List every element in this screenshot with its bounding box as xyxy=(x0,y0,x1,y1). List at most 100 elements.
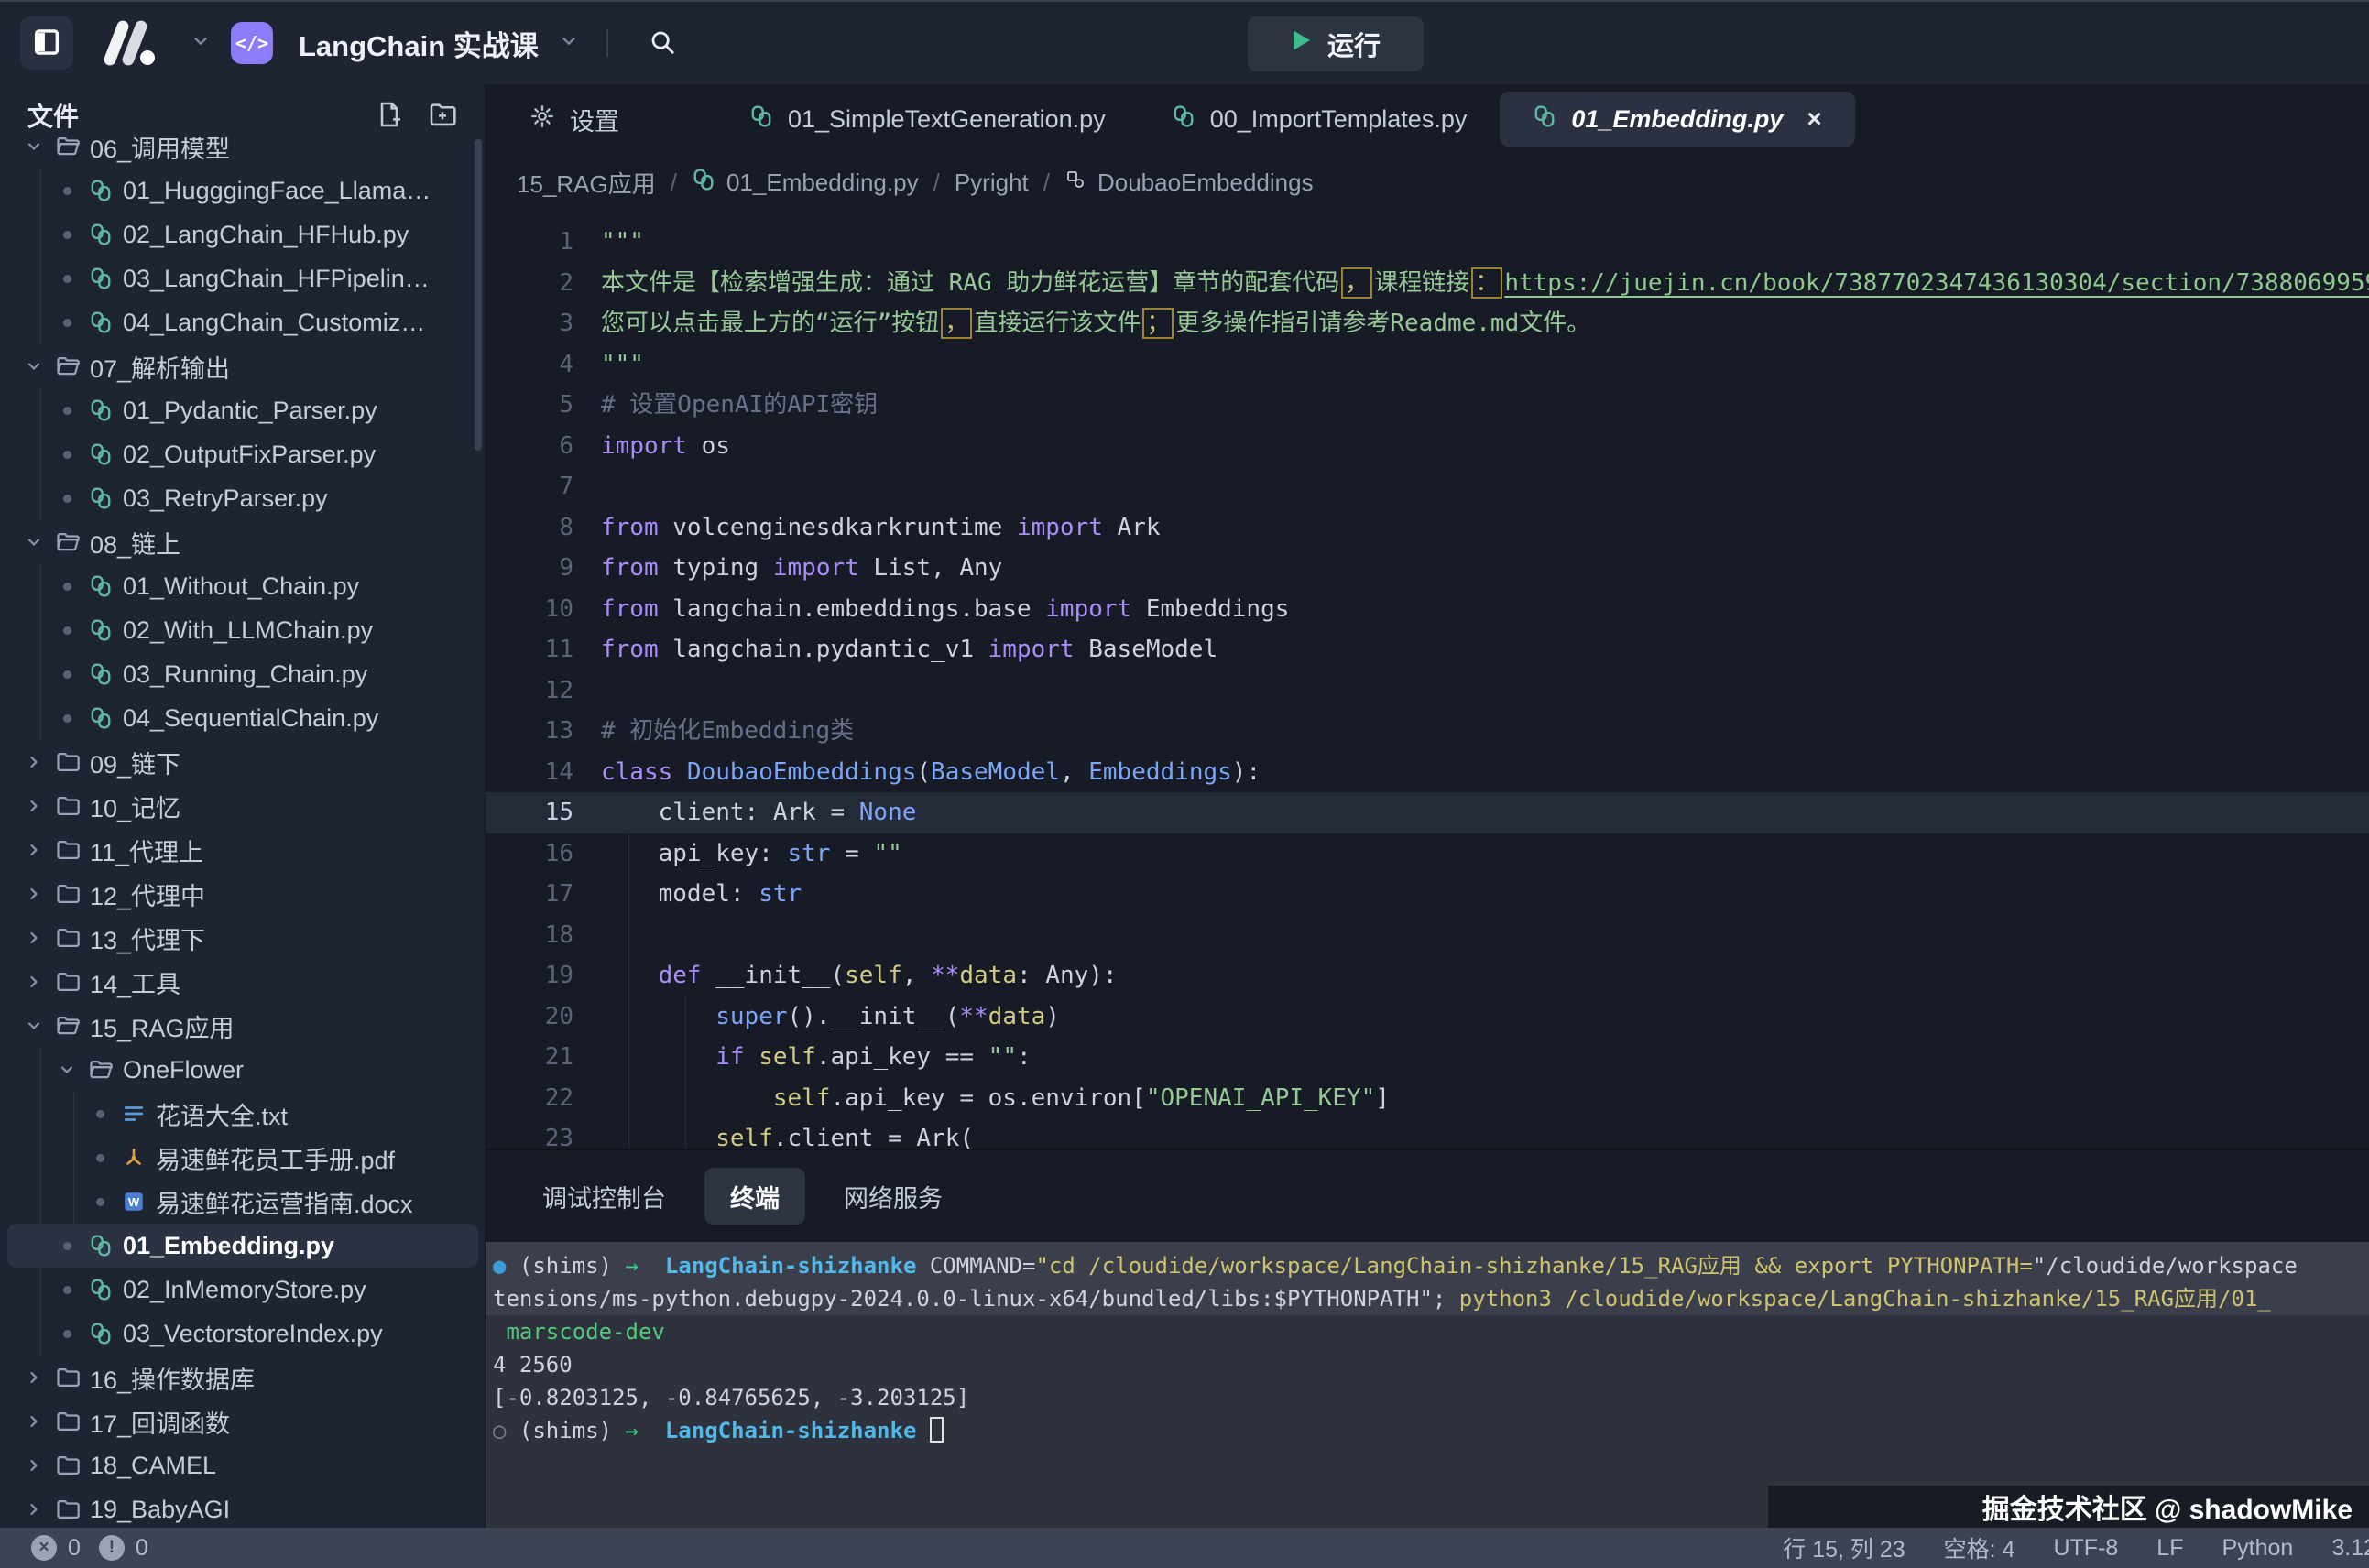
code-text: """ xyxy=(601,351,644,378)
tree-file-01_HugggingFace_Llama.py[interactable]: 01_HugggingFace_Llama.py xyxy=(7,169,478,212)
tree-folder-06_调用模型[interactable]: 06_调用模型 xyxy=(7,137,478,169)
tree-folder-12_代理中[interactable]: 12_代理中 xyxy=(7,872,478,916)
new-file-button[interactable] xyxy=(375,100,404,132)
sidebar-toggle-button[interactable] xyxy=(20,16,73,70)
breadcrumb-item-Pyright[interactable]: Pyright xyxy=(955,169,1029,197)
tree-file-03_VectorstoreIndex.py[interactable]: 03_VectorstoreIndex.py xyxy=(7,1312,478,1356)
line-number: 23 xyxy=(486,1118,573,1149)
statusbar-item[interactable]: LF xyxy=(2156,1535,2183,1562)
code-editor[interactable]: 1"""2本文件是【检索增强生成：通过 RAG 助力鲜花运营】章节的配套代码，课… xyxy=(486,212,2369,1149)
tree-file-02_InMemoryStore.py[interactable]: 02_InMemoryStore.py xyxy=(7,1268,478,1312)
tree-folder-19_BabyAGI[interactable]: 19_BabyAGI xyxy=(7,1487,478,1528)
statusbar-item[interactable]: 行 15, 列 23 xyxy=(1783,1531,1905,1564)
code-line-22[interactable]: 22 self.api_key = os.environ["OPENAI_API… xyxy=(486,1078,2369,1119)
tree-item-label: 13_代理下 xyxy=(90,920,205,956)
code-line-18[interactable]: 18 xyxy=(486,915,2369,956)
code-line-20[interactable]: 20 super().__init__(**data) xyxy=(486,996,2369,1038)
close-icon[interactable]: × xyxy=(1807,104,1821,134)
topbar: </> LangChain 实战课 运行 xyxy=(0,0,2369,84)
tree-file-易速鲜花运营指南.docx[interactable]: W易速鲜花运营指南.docx xyxy=(7,1180,478,1224)
tree-file-03_LangChain_HFPipeline.py[interactable]: 03_LangChain_HFPipeline.py xyxy=(7,256,478,300)
tree-file-01_Without_Chain.py[interactable]: 01_Without_Chain.py xyxy=(7,564,478,608)
code-line-17[interactable]: 17 model: str xyxy=(486,874,2369,915)
new-folder-button[interactable] xyxy=(428,100,457,132)
tree-file-03_RetryParser.py[interactable]: 03_RetryParser.py xyxy=(7,476,478,520)
tree-folder-OneFlower[interactable]: OneFlower xyxy=(7,1048,478,1092)
code-line-11[interactable]: 11from langchain.pydantic_v1 import Base… xyxy=(486,629,2369,670)
tree-file-01_Pydantic_Parser.py[interactable]: 01_Pydantic_Parser.py xyxy=(7,388,478,432)
statusbar-item[interactable]: Python xyxy=(2222,1535,2293,1562)
statusbar-item[interactable]: 空格: 4 xyxy=(1944,1531,2015,1564)
tab-00_ImportTemplates.py[interactable]: 00_ImportTemplates.py xyxy=(1139,92,1501,147)
run-button[interactable]: 运行 xyxy=(1248,16,1424,71)
code-line-2[interactable]: 2本文件是【检索增强生成：通过 RAG 助力鲜花运营】章节的配套代码，课程链接：… xyxy=(486,263,2369,304)
code-line-7[interactable]: 7 xyxy=(486,466,2369,507)
code-line-5[interactable]: 5# 设置OpenAI的API密钥 xyxy=(486,385,2369,426)
panel-tab-调试控制台[interactable]: 调试控制台 xyxy=(517,1168,692,1225)
tree-folder-10_记忆[interactable]: 10_记忆 xyxy=(7,784,478,828)
marscode-logo[interactable] xyxy=(93,16,170,71)
code-line-19[interactable]: 19 def __init__(self, **data: Any): xyxy=(486,955,2369,996)
file-status-dot xyxy=(57,444,77,464)
tree-file-04_SequentialChain.py[interactable]: 04_SequentialChain.py xyxy=(7,696,478,740)
statusbar-item[interactable]: UTF-8 xyxy=(2053,1535,2118,1562)
tree-item-label: 11_代理上 xyxy=(90,833,203,868)
py-file-icon xyxy=(88,310,114,335)
code-line-8[interactable]: 8from volcenginesdkarkruntime import Ark xyxy=(486,507,2369,549)
tree-folder-15_RAG应用[interactable]: 15_RAG应用 xyxy=(7,1004,478,1048)
code-line-9[interactable]: 9from typing import List, Any xyxy=(486,548,2369,589)
tree-file-02_With_LLMChain.py[interactable]: 02_With_LLMChain.py xyxy=(7,608,478,652)
sidebar-scrollbar[interactable] xyxy=(475,139,482,451)
code-line-3[interactable]: 3您可以点击最上方的“运行”按钮，直接运行该文件；更多操作指引请参考Readme… xyxy=(486,303,2369,344)
tree-file-02_LangChain_HFHub.py[interactable]: 02_LangChain_HFHub.py xyxy=(7,212,478,256)
tree-folder-14_工具[interactable]: 14_工具 xyxy=(7,960,478,1004)
tree-file-01_Embedding.py[interactable]: 01_Embedding.py xyxy=(7,1224,478,1268)
code-line-1[interactable]: 1""" xyxy=(486,222,2369,263)
search-button[interactable] xyxy=(636,16,689,70)
code-line-21[interactable]: 21 if self.api_key == "": xyxy=(486,1037,2369,1078)
code-line-12[interactable]: 12 xyxy=(486,670,2369,712)
tree-item-label: 04_LangChain_CustomizeM... xyxy=(123,309,434,337)
chevron-down-icon[interactable] xyxy=(191,31,211,56)
py-file-icon xyxy=(88,661,114,687)
tab-01_SimpleTextGeneration.py[interactable]: 01_SimpleTextGeneration.py xyxy=(716,92,1139,147)
line-number: 12 xyxy=(486,670,573,712)
tab-设置[interactable]: 设置 xyxy=(513,92,636,147)
chevron-down-icon[interactable] xyxy=(559,31,579,56)
panel-tab-网络服务[interactable]: 网络服务 xyxy=(818,1168,968,1225)
tree-folder-17_回调函数[interactable]: 17_回调函数 xyxy=(7,1399,478,1443)
statusbar-item[interactable]: 3.12 xyxy=(2331,1535,2369,1562)
tree-file-02_OutputFixParser.py[interactable]: 02_OutputFixParser.py xyxy=(7,432,478,476)
tab-01_Embedding.py[interactable]: 01_Embedding.py× xyxy=(1500,92,1854,147)
code-line-16[interactable]: 16 api_key: str = "" xyxy=(486,833,2369,875)
code-line-15[interactable]: 15 client: Ark = None xyxy=(486,792,2369,833)
tree-file-04_LangChain_CustomizeM...[interactable]: 04_LangChain_CustomizeM... xyxy=(7,300,478,344)
tree-folder-16_操作数据库[interactable]: 16_操作数据库 xyxy=(7,1356,478,1399)
breadcrumb-item-15_RAG应用[interactable]: 15_RAG应用 xyxy=(517,166,656,200)
tree-folder-18_CAMEL[interactable]: 18_CAMEL xyxy=(7,1443,478,1487)
tree-file-03_Running_Chain.py[interactable]: 03_Running_Chain.py xyxy=(7,652,478,696)
breadcrumb-item-DoubaoEmbeddings[interactable]: DoubaoEmbeddings xyxy=(1064,169,1314,197)
warning-circle-icon[interactable]: ! xyxy=(99,1535,125,1561)
warning-count[interactable]: 0 xyxy=(136,1535,148,1562)
panel-tab-终端[interactable]: 终端 xyxy=(704,1168,805,1225)
tree-file-花语大全.txt[interactable]: 花语大全.txt xyxy=(7,1092,478,1136)
tree-file-易速鲜花员工手册.pdf[interactable]: 易速鲜花员工手册.pdf xyxy=(7,1136,478,1180)
breadcrumb-item-01_Embedding.py[interactable]: 01_Embedding.py xyxy=(692,168,919,198)
code-line-10[interactable]: 10from langchain.embeddings.base import … xyxy=(486,589,2369,630)
tree-folder-09_链下[interactable]: 09_链下 xyxy=(7,740,478,784)
code-line-6[interactable]: 6import os xyxy=(486,426,2369,467)
code-line-13[interactable]: 13# 初始化Embedding类 xyxy=(486,711,2369,752)
tree-indent-guide xyxy=(40,388,41,432)
code-line-14[interactable]: 14class DoubaoEmbeddings(BaseModel, Embe… xyxy=(486,752,2369,793)
tree-folder-13_代理下[interactable]: 13_代理下 xyxy=(7,916,478,960)
folder-icon xyxy=(55,529,81,555)
tree-folder-08_链上[interactable]: 08_链上 xyxy=(7,520,478,564)
project-name[interactable]: LangChain 实战课 xyxy=(299,23,539,64)
code-line-23[interactable]: 23 self.client = Ark( xyxy=(486,1118,2369,1149)
error-count[interactable]: 0 xyxy=(68,1535,81,1562)
code-line-4[interactable]: 4""" xyxy=(486,344,2369,386)
tree-folder-11_代理上[interactable]: 11_代理上 xyxy=(7,828,478,872)
error-circle-icon[interactable]: × xyxy=(31,1535,57,1561)
tree-folder-07_解析输出[interactable]: 07_解析输出 xyxy=(7,344,478,388)
